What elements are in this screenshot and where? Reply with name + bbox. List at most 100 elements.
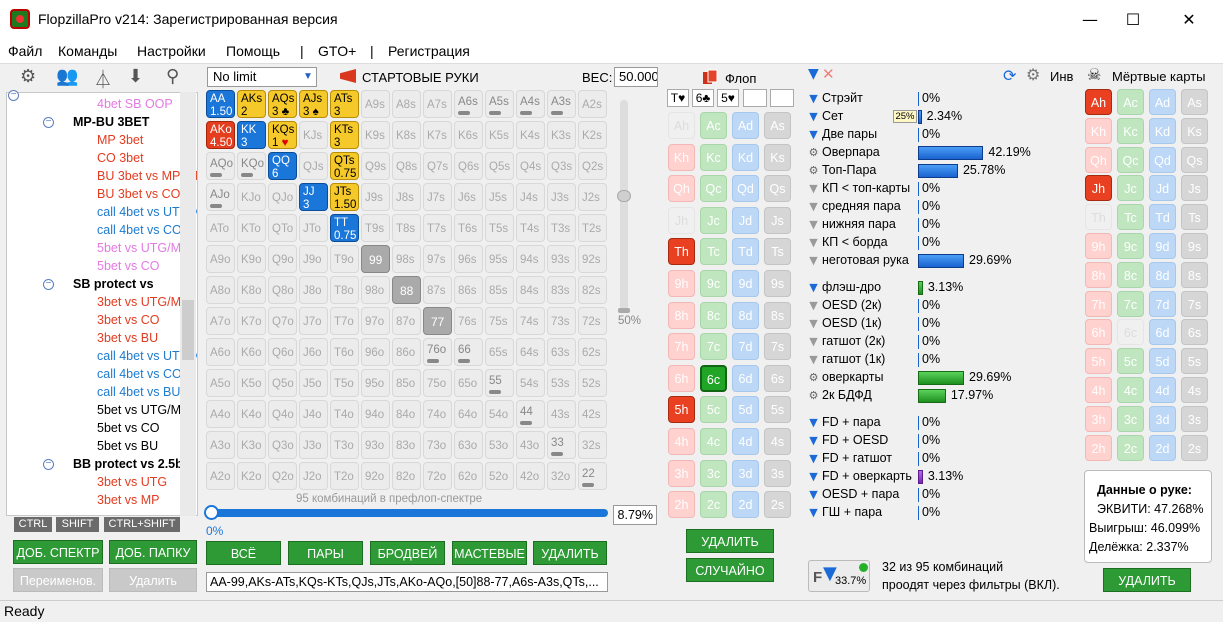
hand-cell-AA[interactable]: AA 1.50 xyxy=(206,90,235,118)
hand-cell-T6s[interactable]: T6s xyxy=(454,214,483,242)
hand-cell-Q5s[interactable]: Q5s xyxy=(485,152,514,180)
hand-cell-32s[interactable]: 32s xyxy=(578,431,607,459)
flop-card-6d[interactable]: 6d xyxy=(732,364,759,392)
hand-cell-K9o[interactable]: K9o xyxy=(237,245,266,273)
dead-card-6c[interactable]: 6c xyxy=(1117,319,1144,346)
tree-item[interactable]: 3bet vs UTG/MP xyxy=(97,295,189,309)
flop-card-4h[interactable]: 4h xyxy=(668,428,695,455)
hand-cell-A4o[interactable]: A4o xyxy=(206,400,235,428)
hand-cell-KQs[interactable]: KQs 1 ♥ xyxy=(268,121,297,149)
dead-card-8d[interactable]: 8d xyxy=(1149,261,1176,288)
hand-cell-T7s[interactable]: T7s xyxy=(423,214,452,242)
hand-cell-QTs[interactable]: QTs 0.75 xyxy=(330,152,359,180)
flop-card-Ks[interactable]: Ks xyxy=(764,143,791,171)
hand-cell-K6s[interactable]: K6s xyxy=(454,121,483,149)
flop-card-Jc[interactable]: Jc xyxy=(700,206,727,234)
tree-item[interactable]: 5bet vs BU xyxy=(97,439,158,453)
board-card-2[interactable]: 6♣ xyxy=(692,89,714,107)
tree-folder[interactable]: MP-BU 3BET xyxy=(73,115,149,129)
hand-cell-T3o[interactable]: T3o xyxy=(330,431,359,459)
flop-card-3h[interactable]: 3h xyxy=(668,459,695,487)
hand-cell-94s[interactable]: 94s xyxy=(516,245,545,273)
hand-cell-92o[interactable]: 92o xyxy=(361,462,390,490)
menu-registration[interactable]: Регистрация xyxy=(388,43,470,59)
flop-card-Qc[interactable]: Qc xyxy=(700,175,727,203)
filter-row[interactable]: ▼ неготовая рука xyxy=(808,253,909,267)
hand-cell-74o[interactable]: 74o xyxy=(423,400,452,428)
flop-card-2s[interactable]: 2s xyxy=(764,491,791,519)
weight-slider[interactable] xyxy=(620,100,628,310)
hand-cell-K4o[interactable]: K4o xyxy=(237,400,266,428)
dead-card-Tc[interactable]: Tc xyxy=(1117,204,1144,231)
hand-cell-72s[interactable]: 72s xyxy=(578,307,607,335)
dead-card-As[interactable]: As xyxy=(1181,89,1208,115)
tree-item[interactable]: 4bet SB OOP xyxy=(97,97,173,111)
filter-row[interactable]: ▼ КП < топ-карты xyxy=(808,181,910,195)
hand-cell-43s[interactable]: 43s xyxy=(547,400,576,428)
filter-icon[interactable]: ▼ xyxy=(808,317,819,330)
menu-commands[interactable]: Команды xyxy=(58,43,117,59)
hand-cell-85s[interactable]: 85s xyxy=(485,276,514,304)
clear-filters-icon[interactable]: ✕ xyxy=(822,65,835,83)
tree-item[interactable]: call 4bet vs CO xyxy=(97,367,182,381)
dead-card-Th[interactable]: Th xyxy=(1085,204,1112,231)
filter-row[interactable]: ▼ FD + OESD xyxy=(808,433,888,447)
flop-card-Js[interactable]: Js xyxy=(764,206,791,234)
hand-cell-K8s[interactable]: K8s xyxy=(392,121,421,149)
tree-item[interactable]: call 4bet vs CO xyxy=(97,223,182,237)
hand-cell-J9s[interactable]: J9s xyxy=(361,183,390,211)
dead-card-8h[interactable]: 8h xyxy=(1085,261,1112,288)
flop-card-4c[interactable]: 4c xyxy=(700,428,727,455)
hand-cell-Q8o[interactable]: Q8o xyxy=(268,276,297,304)
hand-cell-A5s[interactable]: A5s xyxy=(485,90,514,118)
random-flop-button[interactable]: СЛУЧАЙНО xyxy=(686,558,774,582)
dead-card-Ks[interactable]: Ks xyxy=(1181,117,1208,144)
flop-card-Kc[interactable]: Kc xyxy=(700,143,727,171)
hand-cell-54o[interactable]: 54o xyxy=(485,400,514,428)
filter-icon[interactable]: ▼ xyxy=(808,218,819,231)
hand-cell-AQo[interactable]: AQo xyxy=(206,152,235,180)
flop-card-Qd[interactable]: Qd xyxy=(732,175,759,203)
dead-card-Qd[interactable]: Qd xyxy=(1149,146,1176,173)
hand-cell-KTs[interactable]: KTs 3 xyxy=(330,121,359,149)
hand-cell-T8s[interactable]: T8s xyxy=(392,214,421,242)
tree-item[interactable]: 3bet vs MP xyxy=(97,493,160,507)
gear-icon[interactable]: ⚙ xyxy=(808,371,819,384)
hand-cell-77[interactable]: 77 xyxy=(423,307,452,335)
range-tree[interactable]: 4bet SB OOP − MP-BU 3BET MP 3bet CO 3bet BU 3… xyxy=(6,92,198,516)
flop-card-Tc[interactable]: Tc xyxy=(700,238,727,266)
hand-cell-T6o[interactable]: T6o xyxy=(330,338,359,366)
filter-icon[interactable]: ▼ xyxy=(808,110,819,123)
filter-row[interactable]: ▼ Стрэйт xyxy=(808,91,863,105)
flop-card-6s[interactable]: 6s xyxy=(764,364,791,392)
tree-item[interactable]: call 4bet vs BU xyxy=(97,385,180,399)
hand-cell-K7o[interactable]: K7o xyxy=(237,307,266,335)
collapse-icon[interactable]: − xyxy=(43,459,54,470)
dead-card-Js[interactable]: Js xyxy=(1181,175,1208,202)
hand-cell-T2s[interactable]: T2s xyxy=(578,214,607,242)
board-card-3[interactable]: 5♥ xyxy=(717,89,739,107)
hand-cell-A7s[interactable]: A7s xyxy=(423,90,452,118)
tree-item[interactable]: 5bet vs CO xyxy=(97,421,160,435)
hand-cell-53s[interactable]: 53s xyxy=(547,369,576,397)
board-card-1[interactable]: T♥ xyxy=(667,89,689,107)
filter-icon[interactable]: ▼ xyxy=(808,66,819,82)
filter-row[interactable]: ▼ нижняя пара xyxy=(808,217,896,231)
hand-cell-98o[interactable]: 98o xyxy=(361,276,390,304)
tree-item[interactable]: 3bet vs BU xyxy=(97,331,158,345)
flop-card-8d[interactable]: 8d xyxy=(732,301,759,329)
dead-card-Qh[interactable]: Qh xyxy=(1085,146,1112,173)
hand-cell-Q4o[interactable]: Q4o xyxy=(268,400,297,428)
tree-item[interactable]: BU 3bet vs CO xyxy=(97,187,180,201)
hand-cell-98s[interactable]: 98s xyxy=(392,245,421,273)
hand-cell-K2s[interactable]: K2s xyxy=(578,121,607,149)
dead-card-9d[interactable]: 9d xyxy=(1149,233,1176,259)
hand-cell-T5o[interactable]: T5o xyxy=(330,369,359,397)
hand-cell-QJs[interactable]: QJs xyxy=(299,152,328,180)
filter-row[interactable]: ▼ средняя пара xyxy=(808,199,900,213)
hand-cell-63o[interactable]: 63o xyxy=(454,431,483,459)
flop-card-Ah[interactable]: Ah xyxy=(668,112,695,139)
hand-cell-A7o[interactable]: A7o xyxy=(206,307,235,335)
hand-cell-Q3s[interactable]: Q3s xyxy=(547,152,576,180)
filter-icon[interactable]: ▼ xyxy=(808,335,819,348)
